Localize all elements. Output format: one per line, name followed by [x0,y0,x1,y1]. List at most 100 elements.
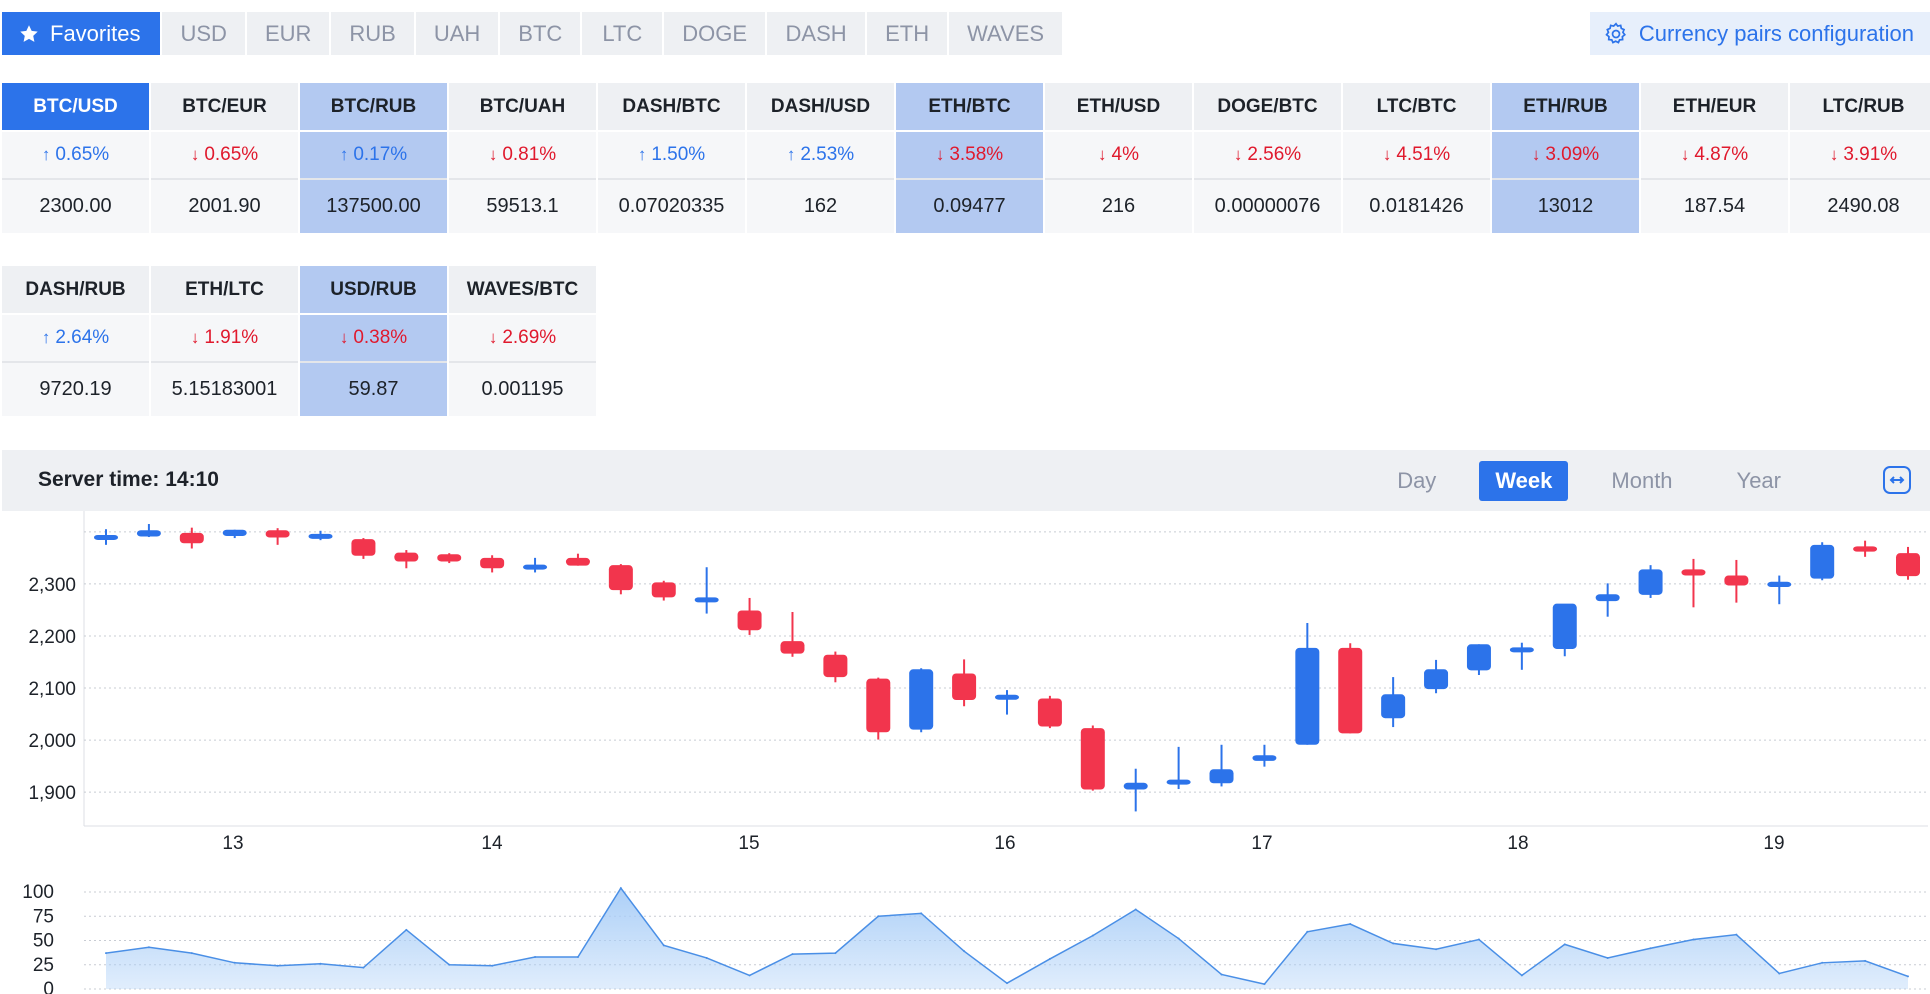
candle [1552,603,1577,657]
arrow-down-icon: ↓ [1680,145,1690,164]
pair-tile-eth-rub[interactable]: ETH/RUB ↓ 3.09% 13012 [1492,83,1641,233]
pair-tile-usd-rub[interactable]: USD/RUB ↓ 0.38% 59.87 [300,266,449,416]
pair-tile-waves-btc[interactable]: WAVES/BTC ↓ 2.69% 0.001195 [449,266,598,416]
pair-price: 0.0181426 [1343,180,1490,233]
volume-point [662,944,665,947]
candle [823,651,848,683]
pair-change-value: 2.69% [502,327,557,348]
volume-point [1220,973,1223,976]
pair-tile-ltc-rub[interactable]: LTC/RUB ↓ 3.91% 2490.08 [1790,83,1930,233]
tab-eur[interactable]: EUR [246,12,332,55]
pair-change: ↓ 3.58% [896,132,1043,180]
candle-body [651,582,676,598]
pair-tile-dash-rub[interactable]: DASH/RUB ↑ 2.64% 9720.19 [2,266,151,416]
tab-btc[interactable]: BTC [500,12,583,55]
tab-rub[interactable]: RUB [331,12,416,55]
candle-body [136,530,161,537]
arrow-down-icon: ↓ [1531,145,1541,164]
candle-body [1896,553,1920,577]
price-axis-label: 2,200 [28,627,76,648]
currency-pairs-config-button[interactable]: Currency pairs configuration [1590,12,1930,55]
pair-tile-eth-eur[interactable]: ETH/EUR ↓ 4.87% 187.54 [1641,83,1790,233]
candle [308,530,333,541]
candle-body [1424,669,1449,690]
volume-point [1477,938,1480,941]
candle-body [351,539,376,556]
date-axis-label: 15 [738,833,759,854]
period-year[interactable]: Year [1716,461,1802,501]
pair-tile-dash-usd[interactable]: DASH/USD ↑ 2.53% 162 [747,83,896,233]
pair-price: 216 [1045,180,1192,233]
tab-doge[interactable]: DOGE [664,12,768,55]
pair-tile-btc-rub[interactable]: BTC/RUB ↑ 0.17% 137500.00 [300,83,449,233]
tab-ltc[interactable]: LTC [582,12,665,55]
pair-tile-eth-usd[interactable]: ETH/USD ↓ 4% 216 [1045,83,1194,233]
volume-point [534,955,537,958]
pair-change-value: 0.17% [353,144,408,165]
pair-price: 2001.90 [151,180,298,233]
candle-body [1037,698,1062,727]
arrow-down-icon: ↓ [339,328,349,347]
tab-waves[interactable]: WAVES [949,12,1065,55]
candle-body [909,669,934,730]
pair-name: ETH/BTC [896,83,1043,132]
pair-tile-doge-btc[interactable]: DOGE/BTC ↓ 2.56% 0.00000076 [1194,83,1343,233]
volume-point [1177,937,1180,940]
pair-price: 9720.19 [2,363,149,416]
tab-dash[interactable]: DASH [767,12,868,55]
candle-body [437,554,462,562]
period-month[interactable]: Month [1590,461,1693,501]
pair-name: DASH/USD [747,83,894,132]
pair-price: 59513.1 [449,180,596,233]
date-axis-label: 17 [1251,833,1272,854]
candle-body [823,654,848,678]
price-axis-label: 1,900 [28,783,76,804]
volume-point [1735,933,1738,936]
pair-change: ↓ 0.81% [449,132,596,180]
pair-name: BTC/UAH [449,83,596,132]
pair-tile-dash-btc[interactable]: DASH/BTC ↑ 1.50% 0.07020335 [598,83,747,233]
candle-body [952,673,977,700]
volume-point [791,953,794,956]
candle [1252,744,1277,767]
period-day[interactable]: Day [1376,461,1457,501]
pair-name: DASH/BTC [598,83,745,132]
pair-tile-btc-usd[interactable]: BTC/USD ↑ 0.65% 2300.00 [2,83,151,233]
candle-body [1080,728,1105,790]
price-axis-label: 2,100 [28,679,76,700]
tab-uah[interactable]: UAH [415,12,501,55]
volume-point [877,915,880,918]
volume-point [1392,942,1395,945]
arrow-down-icon: ↓ [190,328,200,347]
candle-body [523,564,548,570]
pair-name: ETH/USD [1045,83,1192,132]
candle-body [222,529,247,536]
price-chart[interactable]: 1,900 2,000 2,100 2,200 2,300 13 14 15 16 17 18 19 1… [2,511,1930,994]
candle [866,677,891,740]
pair-tile-btc-eur[interactable]: BTC/EUR ↓ 0.65% 2001.90 [151,83,300,233]
volume-point [748,974,751,977]
candle-body [1209,769,1234,784]
volume-point [1349,923,1352,926]
server-time: Server time: 14:10 [38,468,219,491]
candle [136,524,161,538]
arrow-up-icon: ↑ [786,145,796,164]
tab-eth[interactable]: ETH [867,12,950,55]
volume-point [491,964,494,967]
pair-tile-btc-uah[interactable]: BTC/UAH ↓ 0.81% 59513.1 [449,83,598,233]
tab-usd[interactable]: USD [162,12,247,55]
expand-chart-button[interactable] [1882,465,1912,495]
tab-favorites[interactable]: Favorites [2,12,163,55]
pair-change-value: 0.65% [55,144,110,165]
volume-point [448,963,451,966]
volume-point [319,962,322,965]
pair-tile-eth-ltc[interactable]: ETH/LTC ↓ 1.91% 5.15183001 [151,266,300,416]
price-axis-label: 2,300 [28,575,76,596]
pair-tile-eth-btc[interactable]: ETH/BTC ↓ 3.58% 0.09477 [896,83,1045,233]
arrow-down-icon: ↓ [935,145,945,164]
pair-change-value: 4% [1111,144,1139,165]
candle-body [866,678,891,733]
pair-tile-ltc-btc[interactable]: LTC/BTC ↓ 4.51% 0.0181426 [1343,83,1492,233]
period-week[interactable]: Week [1479,461,1569,501]
pair-price: 0.09477 [896,180,1043,233]
